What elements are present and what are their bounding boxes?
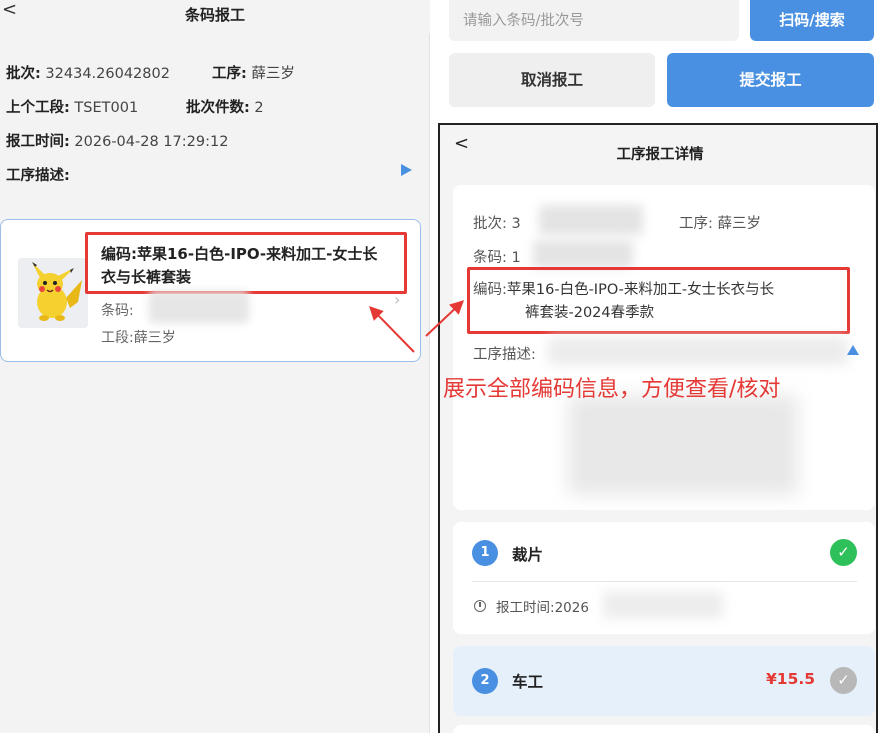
process-desc-row: 工序描述: <box>6 164 70 185</box>
process-value: 薛三岁 <box>251 66 295 82</box>
process-label: 工序: <box>212 66 247 82</box>
redacted-batch <box>539 205 643 235</box>
item-process: 工段:薛三岁 <box>101 327 176 347</box>
play-arrow-icon[interactable] <box>401 164 412 176</box>
search-input[interactable]: 请输入条码/批次号 <box>449 0 739 41</box>
redacted-barcode <box>533 240 633 268</box>
detail-desc-label: 工序描述: <box>473 347 536 363</box>
report-time-label: 报工时间: <box>6 134 70 150</box>
process-row: 工序: 薛三岁 <box>212 62 295 83</box>
report-time-value: 2026-04-28 17:29:12 <box>74 134 229 150</box>
prev-section-value: TSET001 <box>74 100 139 116</box>
submit-report-button[interactable]: 提交报工 <box>667 53 874 107</box>
redacted-desc-body <box>568 395 798 495</box>
annotation-text: 展示全部编码信息，方便查看/核对 <box>443 377 781 402</box>
step-price: ¥15.5 <box>766 670 816 688</box>
batch-label: 批次: <box>6 66 41 82</box>
step-number: 2 <box>472 668 498 694</box>
detail-process-value: 薛三岁 <box>717 216 762 232</box>
process-desc-label: 工序描述: <box>6 168 70 184</box>
detail-batch-label: 批次: <box>473 216 507 232</box>
prev-section-label: 上个工段: <box>6 100 70 116</box>
detail-code: 编码:苹果16-白色-IPO-来料加工-女士长衣与长 裤套装-2024春季款 <box>473 279 833 325</box>
step-report-time-value: 2026 <box>554 600 589 616</box>
detail-code-label: 编码: <box>473 282 507 298</box>
detail-barcode-label: 条码: <box>473 250 507 266</box>
chevron-right-icon: › <box>394 290 401 309</box>
item-process-label: 工段: <box>101 330 134 346</box>
step-name: 车工 <box>512 673 544 691</box>
collapse-arrow-icon[interactable] <box>847 345 859 355</box>
detail-barcode: 条码: 1 <box>473 246 521 267</box>
detail-title: 工序报工详情 <box>616 147 704 163</box>
prev-section-row: 上个工段: TSET001 <box>6 96 138 117</box>
item-card[interactable]: 编码:苹果16-白色-IPO-来料加工-女士长衣与长裤套装 条码: 工段:薛三岁… <box>0 219 421 362</box>
detail-panel: < 工序报工详情 批次: 3 工序: 薛三岁 条码: 1 编码:苹果16-白色-… <box>438 123 878 745</box>
step-report-time-label: 报工时间: <box>496 600 555 616</box>
step-card[interactable]: 1 裁片 ✓ 报工时间:2026 <box>453 522 875 634</box>
step-card[interactable] <box>453 725 875 745</box>
batch-qty-row: 批次件数: 2 <box>186 96 264 117</box>
report-time-row: 报工时间: 2026-04-28 17:29:12 <box>6 130 228 151</box>
batch-qty-value: 2 <box>254 100 264 116</box>
item-barcode-label: 条码: <box>101 303 134 319</box>
batch-qty-label: 批次件数: <box>186 100 250 116</box>
item-code: 编码:苹果16-白色-IPO-来料加工-女士长衣与长裤套装 <box>101 243 391 289</box>
redacted-barcode <box>149 291 249 323</box>
check-icon: ✓ <box>830 539 857 566</box>
check-icon[interactable]: ✓ <box>830 667 857 694</box>
detail-process: 工序: 薛三岁 <box>679 212 761 233</box>
detail-batch-value: 3 <box>511 216 521 232</box>
detail-process-label: 工序: <box>679 216 713 232</box>
batch-row: 批次: 32434.26042802 <box>6 62 170 83</box>
product-image <box>18 258 88 328</box>
left-header: < 条码报工 <box>0 0 430 34</box>
detail-info-card: 批次: 3 工序: 薛三岁 条码: 1 编码:苹果16-白色-IPO-来料加工-… <box>453 185 875 510</box>
item-process-value: 薛三岁 <box>133 330 176 346</box>
divider <box>472 581 857 582</box>
left-pane: < 条码报工 批次: 32434.26042802 工序: 薛三岁 上个工段: … <box>0 0 430 733</box>
item-code-value: 苹果16-白色-IPO-来料加工-女士长衣与长裤套装 <box>101 245 378 286</box>
scan-search-button[interactable]: 扫码/搜索 <box>750 0 874 41</box>
detail-batch: 批次: 3 <box>473 212 521 233</box>
step-report-time: 报工时间:2026 <box>496 596 589 616</box>
search-placeholder: 请输入条码/批次号 <box>463 13 584 29</box>
redacted-desc <box>548 337 848 365</box>
batch-value: 32434.26042802 <box>45 66 170 82</box>
item-code-label: 编码: <box>101 245 137 263</box>
step-number: 1 <box>472 540 498 566</box>
cancel-report-button[interactable]: 取消报工 <box>449 53 655 107</box>
detail-barcode-value: 1 <box>511 250 521 266</box>
step-card[interactable]: 2 车工 ¥15.5 ✓ <box>453 646 875 716</box>
detail-code-line2: 裤套装-2024春季款 <box>525 305 655 321</box>
redacted-time <box>603 592 723 618</box>
clock-icon <box>474 600 486 612</box>
page-title: 条码报工 <box>184 6 245 24</box>
detail-code-line1: 苹果16-白色-IPO-来料加工-女士长衣与长 <box>506 282 775 298</box>
step-name: 裁片 <box>512 546 544 564</box>
